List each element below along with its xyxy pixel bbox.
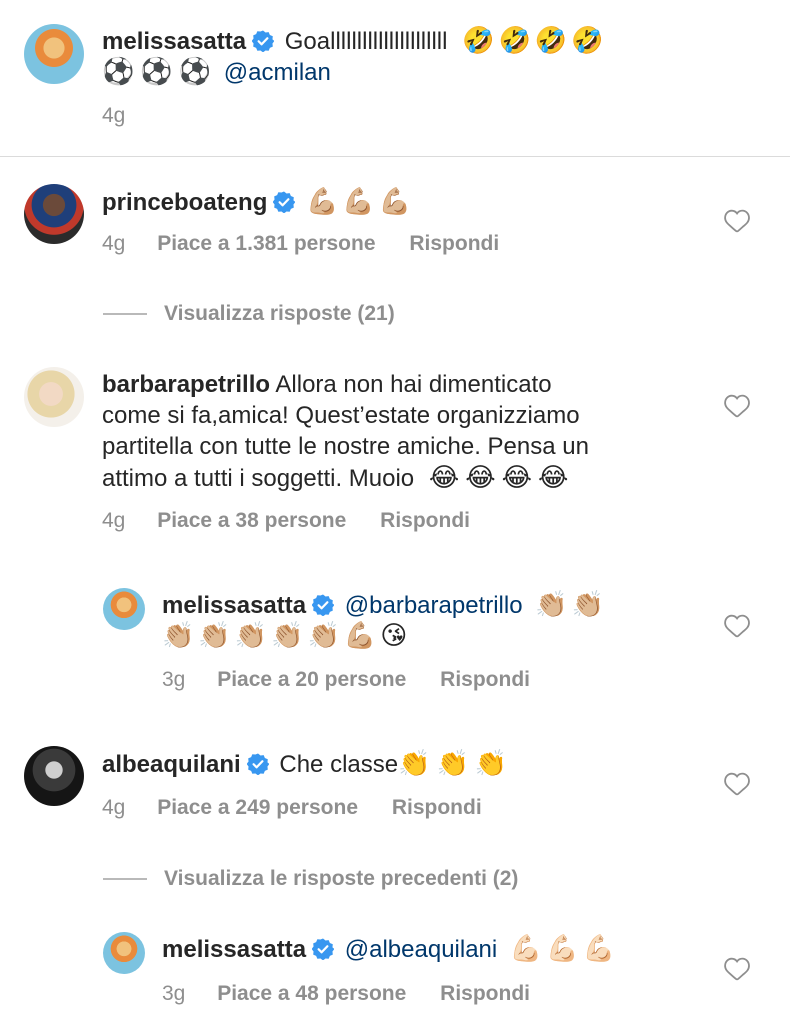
verified-badge-icon (312, 938, 334, 960)
comment-text-3: partitella con tutte le nostre amiche. P… (102, 433, 589, 460)
comment-username[interactable]: princeboateng (102, 189, 267, 216)
caption-divider (0, 156, 790, 157)
comment-timestamp: 4g (102, 796, 126, 819)
reply-button[interactable]: Rispondi (440, 668, 530, 691)
reply-emojis-1: 👏🏼👏🏼 (535, 589, 608, 619)
verified-badge-icon (312, 594, 334, 616)
comment-text: Che classe (279, 751, 399, 778)
reply-timestamp: 3g (162, 982, 186, 1005)
heart-outline-icon[interactable] (724, 209, 750, 233)
comment-text-2: come si fa,amica! Quest’estate organizzi… (102, 402, 580, 429)
comment-likes[interactable]: Piace a 38 persone (157, 509, 346, 532)
avatar[interactable] (24, 184, 84, 244)
caption-timestamp: 4g (102, 104, 126, 127)
comment-line: attimo a tutti i soggetti. Muoio 😂😂😂😂 (102, 462, 574, 494)
reply-username[interactable]: melissasatta (162, 592, 306, 619)
comment-meta: 4g Piace a 249 persone Rispondi (102, 796, 482, 820)
view-replies-button[interactable]: Visualizza risposte (21) (164, 302, 395, 326)
caption-emojis-1: 🤣🤣🤣🤣 (462, 25, 608, 55)
comment-emojis: 💪🏼💪🏼💪🏼 (306, 186, 416, 216)
avatar[interactable] (103, 588, 145, 630)
avatar[interactable] (24, 367, 84, 427)
caption-mention[interactable]: @acmilan (224, 59, 331, 86)
reply-likes[interactable]: Piace a 20 persone (217, 668, 406, 691)
avatar[interactable] (24, 24, 84, 84)
avatar[interactable] (24, 746, 84, 806)
reply-mention[interactable]: @barbarapetrillo (345, 592, 523, 619)
comment-text-4: attimo a tutti i soggetti. Muoio (102, 465, 415, 492)
reply-timestamp: 3g (162, 668, 186, 691)
avatar[interactable] (103, 932, 145, 974)
reply-line-2: 👏🏼👏🏼👏🏼👏🏼👏🏼💪🏼😘 (162, 620, 411, 652)
heart-outline-icon[interactable] (724, 957, 750, 981)
reply-button[interactable]: Rispondi (380, 509, 470, 532)
comment-emojis: 😂😂😂😂 (428, 462, 575, 492)
caption-emojis-2: ⚽⚽⚽ (102, 56, 218, 86)
comment-text-1: Allora non hai dimenticato (275, 371, 552, 398)
reply-button[interactable]: Rispondi (409, 232, 499, 255)
reply-meta: 3g Piace a 20 persone Rispondi (162, 668, 530, 692)
comment-username[interactable]: albeaquilani (102, 751, 241, 778)
reply-username[interactable]: melissasatta (162, 936, 306, 963)
reply-meta: 3g Piace a 48 persone Rispondi (162, 982, 530, 1006)
reply-line-1: melissasatta @barbarapetrillo 👏🏼👏🏼 (162, 589, 608, 621)
caption-username[interactable]: melissasatta (102, 28, 246, 55)
verified-badge-icon (247, 753, 269, 775)
heart-outline-icon[interactable] (724, 394, 750, 418)
comment-likes[interactable]: Piace a 1.381 persone (157, 232, 375, 255)
view-previous-replies-button[interactable]: Visualizza le risposte precedenti (2) (164, 867, 518, 891)
comment-line: barbarapetrillo Allora non hai dimentica… (102, 369, 552, 400)
comment-username[interactable]: barbarapetrillo (102, 371, 270, 398)
reply-likes[interactable]: Piace a 48 persone (217, 982, 406, 1005)
comment-meta: 4g Piace a 1.381 persone Rispondi (102, 232, 499, 256)
comment-meta: 4g Piace a 38 persone Rispondi (102, 509, 470, 533)
comment-timestamp: 4g (102, 509, 126, 532)
caption-line-2: ⚽⚽⚽ @acmilan (102, 56, 331, 88)
view-replies-line (103, 313, 147, 315)
comment-emojis: 👏👏👏 (398, 748, 514, 778)
heart-outline-icon[interactable] (724, 772, 750, 796)
caption-line-1: melissasatta Goallllllllllllllllllllll 🤣… (102, 25, 762, 57)
comment-line: princeboateng 💪🏼💪🏼💪🏼 (102, 186, 415, 218)
reply-line: melissasatta @albeaquilani 💪🏻💪🏻💪🏻 (162, 933, 619, 965)
reply-button[interactable]: Rispondi (392, 796, 482, 819)
verified-badge-icon (252, 30, 274, 52)
comment-likes[interactable]: Piace a 249 persone (157, 796, 358, 819)
reply-emojis-2: 👏🏼👏🏼👏🏼👏🏼👏🏼💪🏼😘 (162, 620, 412, 650)
reply-mention[interactable]: @albeaquilani (345, 936, 497, 963)
view-replies-line (103, 878, 147, 880)
comment-timestamp: 4g (102, 232, 126, 255)
verified-badge-icon (273, 191, 295, 213)
reply-button[interactable]: Rispondi (440, 982, 530, 1005)
caption-text: Goallllllllllllllllllllll (284, 28, 448, 55)
heart-outline-icon[interactable] (724, 614, 750, 638)
comment-line: albeaquilani Che classe👏👏👏 (102, 748, 513, 780)
reply-emojis: 💪🏻💪🏻💪🏻 (509, 933, 620, 963)
